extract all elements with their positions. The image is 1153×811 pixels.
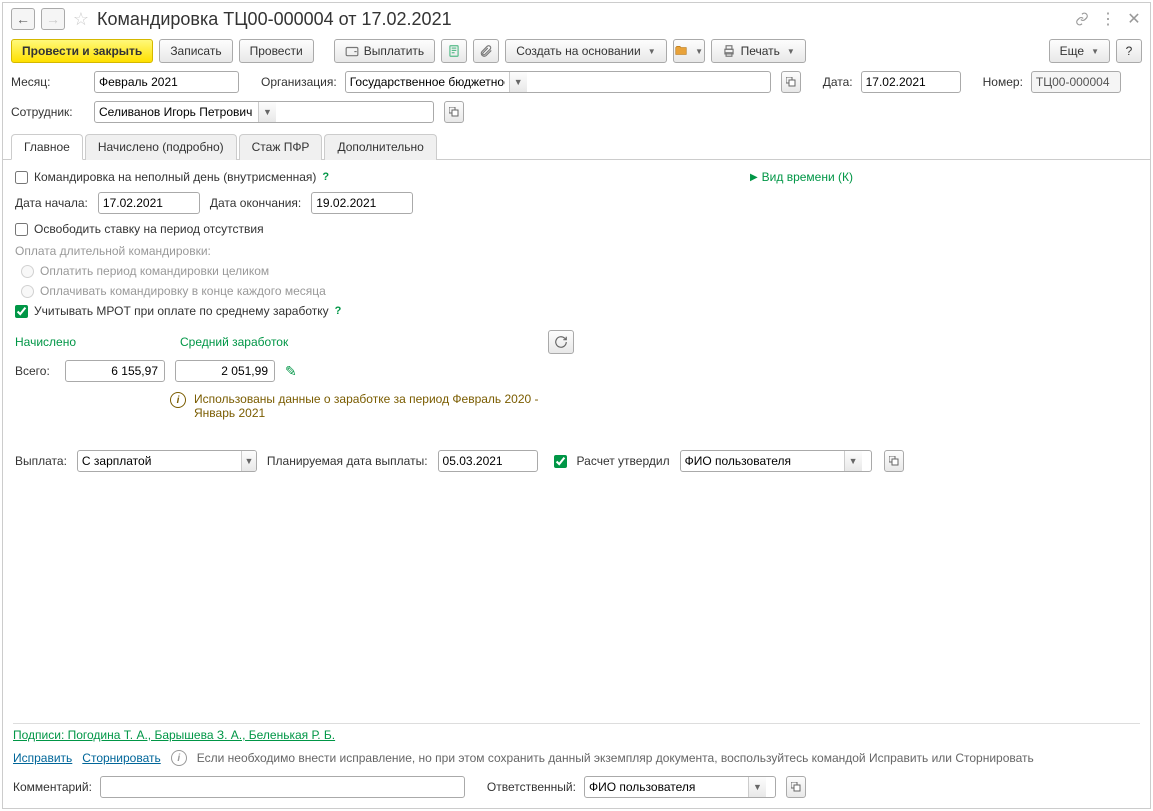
- footer-info-icon: i: [171, 750, 187, 766]
- mrot-help-icon[interactable]: ?: [335, 305, 342, 317]
- employee-open-button[interactable]: [444, 101, 464, 123]
- save-button[interactable]: Записать: [159, 39, 232, 63]
- approved-dropdown[interactable]: ▼: [844, 451, 862, 471]
- post-label: Провести: [250, 44, 303, 58]
- create-based-button[interactable]: Создать на основании▼: [505, 39, 666, 63]
- post-button[interactable]: Провести: [239, 39, 314, 63]
- payout-dropdown[interactable]: ▼: [241, 451, 256, 471]
- date-input[interactable]: [862, 72, 961, 92]
- org-dropdown[interactable]: ▼: [509, 72, 527, 92]
- pay-label: Выплатить: [364, 44, 425, 58]
- resp-open-button[interactable]: [786, 776, 806, 798]
- post-close-label: Провести и закрыть: [22, 44, 142, 58]
- avg-input[interactable]: [175, 360, 275, 382]
- planned-date-input[interactable]: [439, 451, 538, 471]
- form-button[interactable]: [441, 39, 467, 63]
- date-label: Дата:: [823, 75, 853, 89]
- payout-input[interactable]: [78, 451, 241, 471]
- approved-open-button[interactable]: [884, 450, 904, 472]
- footer-hint: Если необходимо внести исправление, но п…: [197, 751, 1034, 765]
- org-open-button[interactable]: [781, 71, 801, 93]
- mrot-label: Учитывать МРОТ при оплате по среднему за…: [34, 304, 329, 318]
- folder-arrow-icon: [674, 44, 688, 58]
- payout-label: Выплата:: [15, 454, 67, 468]
- fix-link[interactable]: Исправить: [13, 751, 72, 765]
- resp-label: Ответственный:: [487, 780, 576, 794]
- start-date-label: Дата начала:: [15, 196, 88, 210]
- attach-button[interactable]: [473, 39, 499, 63]
- start-date-input[interactable]: [99, 193, 200, 213]
- close-icon[interactable]: ✕: [1126, 11, 1142, 27]
- end-date-input[interactable]: [312, 193, 413, 213]
- end-date-label: Дата окончания:: [210, 196, 301, 210]
- comment-label: Комментарий:: [13, 780, 92, 794]
- avg-header: Средний заработок: [180, 335, 288, 349]
- time-kind-label: Вид времени (К): [762, 170, 853, 184]
- month-input[interactable]: [95, 72, 239, 92]
- partial-day-checkbox[interactable]: [15, 171, 28, 184]
- tab-pfr[interactable]: Стаж ПФР: [239, 134, 323, 160]
- time-kind-link[interactable]: ▶ Вид времени (К): [750, 170, 853, 184]
- favorite-icon[interactable]: ☆: [71, 9, 91, 29]
- comment-input[interactable]: [101, 777, 264, 797]
- paperclip-icon: [479, 44, 493, 58]
- more-button[interactable]: Еще▼: [1049, 39, 1110, 63]
- save-label: Записать: [170, 44, 221, 58]
- number-input: [1032, 72, 1121, 92]
- refresh-button[interactable]: [548, 330, 574, 354]
- org-label: Организация:: [261, 75, 337, 89]
- org-input[interactable]: [346, 72, 509, 92]
- pencil-icon[interactable]: ✎: [285, 363, 297, 380]
- print-button[interactable]: Печать▼: [711, 39, 806, 63]
- signatures-link[interactable]: Подписи: Погодина Т. А., Барышева З. А.,…: [13, 728, 335, 742]
- approved-input[interactable]: [681, 451, 844, 471]
- create-based-label: Создать на основании: [516, 44, 641, 58]
- long-trip-pay-label: Оплата длительной командировки:: [15, 244, 1138, 258]
- month-label: Месяц:: [11, 75, 86, 89]
- print-label: Печать: [741, 44, 780, 58]
- tab-main[interactable]: Главное: [11, 134, 83, 160]
- employee-dropdown[interactable]: ▼: [258, 102, 276, 122]
- free-rate-label: Освободить ставку на период отсутствия: [34, 222, 264, 236]
- number-label: Номер:: [983, 75, 1023, 89]
- partial-day-help-icon[interactable]: ?: [322, 171, 329, 183]
- free-rate-checkbox[interactable]: [15, 223, 28, 236]
- transfer-button[interactable]: ▼: [673, 39, 705, 63]
- pay-monthly-radio: [21, 285, 34, 298]
- menu-icon[interactable]: ⋮: [1100, 11, 1116, 27]
- document-icon: [447, 44, 461, 58]
- nav-forward-button[interactable]: →: [41, 8, 65, 30]
- resp-input[interactable]: [585, 777, 748, 797]
- resp-dropdown[interactable]: ▼: [748, 777, 766, 797]
- nav-back-button[interactable]: ←: [11, 8, 35, 30]
- post-and-close-button[interactable]: Провести и закрыть: [11, 39, 153, 63]
- partial-day-label: Командировка на неполный день (внутрисме…: [34, 170, 316, 184]
- wallet-icon: [345, 44, 359, 58]
- accrued-header: Начислено: [15, 335, 76, 349]
- pay-button[interactable]: Выплатить: [334, 39, 436, 63]
- link-icon[interactable]: [1074, 11, 1090, 27]
- window-title: Командировка ТЦ00-000004 от 17.02.2021: [97, 9, 1068, 30]
- info-icon: i: [170, 392, 186, 408]
- pay-full-radio: [21, 265, 34, 278]
- employee-input[interactable]: [95, 102, 258, 122]
- approved-label: Расчет утвердил: [577, 454, 670, 468]
- tab-accrued[interactable]: Начислено (подробно): [85, 134, 237, 160]
- help-button[interactable]: ?: [1116, 39, 1142, 63]
- storno-link[interactable]: Сторнировать: [82, 751, 160, 765]
- mrot-checkbox[interactable]: [15, 305, 28, 318]
- employee-label: Сотрудник:: [11, 105, 86, 119]
- approved-checkbox[interactable]: [554, 455, 567, 468]
- tab-extra[interactable]: Дополнительно: [324, 134, 436, 160]
- printer-icon: [722, 44, 736, 58]
- chevron-right-icon: ▶: [750, 172, 758, 183]
- info-text: Использованы данные о заработке за перио…: [194, 392, 550, 420]
- total-label: Всего:: [15, 364, 55, 378]
- more-label: Еще: [1060, 44, 1084, 58]
- pay-full-label: Оплатить период командировки целиком: [40, 264, 269, 278]
- pay-monthly-label: Оплачивать командировку в конце каждого …: [40, 284, 326, 298]
- planned-date-label: Планируемая дата выплаты:: [267, 454, 428, 468]
- total-input[interactable]: [65, 360, 165, 382]
